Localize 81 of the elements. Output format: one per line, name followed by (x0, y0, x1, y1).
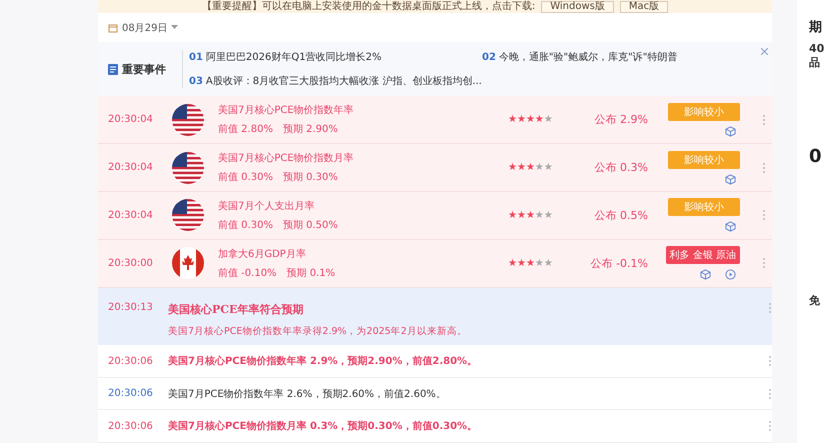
news-text: 美国7月核心PCE物价指数年率 2.9%，预期2.90%，前值2.80%。 (168, 354, 478, 368)
forecast-value: 预期 0.1% (286, 266, 336, 280)
star-icon: ★ (544, 162, 553, 174)
time-label: 20:30:04 (107, 210, 154, 221)
event-link[interactable]: 02 今晚，通胀"验"鲍威尔，库克"诉"特朗普 (482, 50, 762, 64)
event-link[interactable]: 03 A股收评：8月收官三大股指均大幅收涨 沪指、创业板指均创... (189, 74, 482, 88)
news-text: 美国7月核心PCE物价指数年率录得2.9%，为2025年2月以来新高。 (168, 324, 468, 338)
play-icon[interactable] (725, 269, 736, 280)
calendar-icon (108, 22, 118, 33)
panel-subtitle: 40品 (809, 42, 826, 70)
star-icon: ★ (526, 258, 535, 269)
news-text: 美国7月核心PCE物价指数月率 0.3%，预期0.30%，前值0.30%。 (168, 419, 478, 434)
date-selector[interactable]: 08月29日 (122, 20, 168, 35)
more-icon[interactable] (768, 302, 772, 314)
time-label: 20:30:13 (107, 302, 154, 313)
star-icon: ★ (544, 210, 553, 221)
star-icon: ★ (508, 162, 517, 174)
cube-icon[interactable] (725, 126, 736, 137)
actual-value: 公布 0.5% (594, 208, 648, 223)
forecast-value: 预期 2.90% (282, 122, 338, 136)
previous-value: 前值 0.30% (218, 171, 273, 184)
star-icon: ★ (544, 258, 553, 269)
more-icon[interactable] (762, 209, 766, 222)
previous-value: 前值 -0.10% (218, 266, 277, 280)
actual-value: 公布 2.9% (594, 112, 648, 128)
time-label: 20:30:06 (107, 356, 154, 367)
download-button[interactable]: Windows版 (541, 1, 614, 14)
banner-text: 【重要提醒】可以在电脑上安装使用的金十数据桌面版正式上线，点击下载: (202, 1, 536, 14)
cube-icon[interactable] (725, 174, 736, 185)
more-icon[interactable] (768, 388, 772, 400)
cube-icon[interactable] (725, 221, 736, 232)
more-icon[interactable] (762, 114, 766, 126)
indicator-title[interactable]: 美国7月个人支出月率 (218, 198, 508, 213)
events-title: 重要事件 (122, 62, 166, 77)
impact-tag: 影响较小 (668, 198, 740, 216)
star-icon: ★ (544, 114, 553, 126)
previous-value: 前值 0.30% (218, 218, 273, 232)
star-icon: ★ (534, 210, 544, 221)
indicator-title[interactable]: 加拿大6月GDP月率 (218, 246, 508, 261)
star-icon: ★ (516, 210, 526, 221)
star-icon: ★ (534, 258, 544, 269)
indicator-title[interactable]: 美国7月核心PCE物价指数年率 (218, 103, 508, 118)
panel-title: 期 (809, 19, 823, 36)
more-icon[interactable] (768, 355, 772, 368)
impact-tag: 影响较小 (668, 150, 740, 169)
forecast-value: 预期 0.30% (282, 170, 338, 184)
event-link[interactable]: 01 阿里巴巴2026财年Q1营收同比增长2% (189, 50, 482, 64)
star-icon: ★ (508, 114, 517, 126)
time-label: 20:30:04 (107, 114, 154, 126)
actual-value: 公布 -0.1% (590, 256, 648, 271)
more-icon[interactable] (762, 257, 766, 270)
star-icon: ★ (534, 114, 544, 126)
more-icon[interactable] (768, 420, 772, 432)
indicator-title[interactable]: 美国7月核心PCE物价指数月率 (218, 151, 508, 166)
time-label: 20:30:00 (107, 258, 154, 269)
time-label: 20:30:06 (107, 420, 154, 432)
star-icon: ★ (516, 162, 526, 174)
previous-value: 前值 2.80% (218, 123, 273, 136)
star-icon: ★ (534, 162, 544, 174)
star-icon: ★ (516, 258, 526, 269)
close-icon[interactable] (761, 48, 768, 55)
cube-icon[interactable] (700, 269, 711, 280)
news-text: 美国7月PCE物价指数年率 2.6%，预期2.60%，前值2.60%。 (168, 388, 447, 401)
time-label: 20:30:04 (107, 162, 154, 174)
star-icon: ★ (526, 162, 535, 174)
more-icon[interactable] (762, 162, 766, 174)
document-icon (108, 64, 118, 75)
section-title: 免 (809, 293, 821, 308)
star-icon: ★ (526, 210, 535, 221)
impact-tag: 利多 金银 原油 (666, 246, 740, 264)
star-icon: ★ (508, 210, 517, 221)
star-icon: ★ (526, 114, 535, 126)
download-button[interactable]: Mac版 (620, 1, 668, 14)
actual-value: 公布 0.3% (594, 160, 648, 176)
star-icon: ★ (516, 114, 526, 126)
caret-icon[interactable] (171, 25, 178, 30)
time-label: 20:30:06 (107, 388, 154, 400)
forecast-value: 预期 0.50% (282, 218, 338, 232)
impact-tag: 影响较小 (668, 102, 740, 121)
star-icon: ★ (508, 258, 517, 269)
panel-figure: 0 (809, 146, 823, 167)
